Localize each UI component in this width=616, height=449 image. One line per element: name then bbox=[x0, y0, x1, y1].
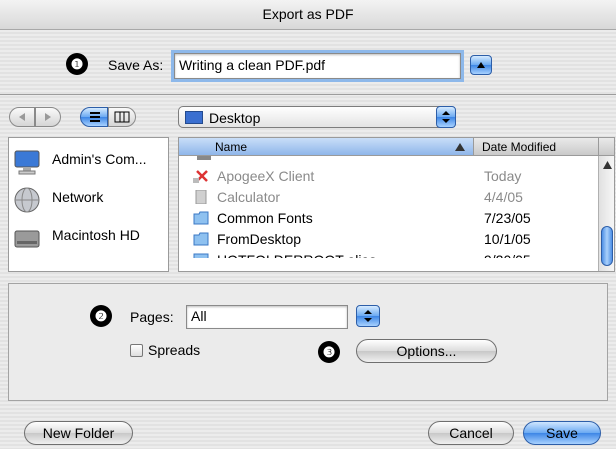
file-date: 9/20/05 bbox=[484, 250, 531, 258]
forward-arrow-icon bbox=[45, 113, 51, 121]
folder-icon bbox=[193, 211, 209, 225]
sidebar-item-macintosh-hd[interactable]: Macintosh HD bbox=[8, 219, 158, 257]
sidebar-item-network[interactable]: Network bbox=[8, 181, 158, 219]
table-row[interactable]: ApogeeX Client Today bbox=[179, 166, 598, 187]
callout-one: ❶ bbox=[66, 53, 88, 75]
back-arrow-icon bbox=[19, 113, 25, 121]
forward-button[interactable] bbox=[35, 107, 61, 127]
save-as-field[interactable]: Writing a clean PDF.pdf bbox=[171, 50, 464, 82]
list-view-icon bbox=[90, 112, 100, 122]
back-button[interactable] bbox=[9, 107, 35, 127]
sort-ascending-icon bbox=[455, 143, 465, 151]
spreads-label: Spreads bbox=[148, 342, 201, 358]
column-view-button[interactable] bbox=[108, 107, 136, 127]
calculator-icon bbox=[195, 190, 207, 204]
callout-two: ❷ bbox=[90, 305, 112, 327]
location-value: Desktop bbox=[209, 110, 261, 126]
file-name: FromDesktop bbox=[217, 231, 302, 247]
file-list: Name Date Modified ApogeeX Client Today … bbox=[178, 137, 615, 272]
table-row[interactable]: HOTFOLDERROOT alias 9/20/05 bbox=[179, 250, 598, 258]
file-name: Common Fonts bbox=[217, 210, 313, 226]
column-header-corner bbox=[598, 138, 614, 156]
hard-drive-icon bbox=[14, 230, 40, 248]
sidebar-item-computer[interactable]: Admin's Com... bbox=[8, 143, 158, 181]
sidebar-item-label: Macintosh HD bbox=[52, 227, 140, 243]
desktop-icon bbox=[185, 111, 203, 124]
folder-icon bbox=[193, 232, 209, 246]
options-button[interactable]: Options... bbox=[356, 339, 497, 363]
file-date: 4/4/05 bbox=[484, 189, 523, 205]
file-name: Calculator bbox=[217, 189, 281, 205]
cancel-button[interactable]: Cancel bbox=[428, 421, 514, 445]
save-label: Save bbox=[546, 425, 578, 441]
column-header-date-label: Date Modified bbox=[482, 140, 557, 154]
new-folder-label: New Folder bbox=[42, 425, 115, 441]
pages-popup-button[interactable] bbox=[356, 305, 380, 327]
window-titlebar: Export as PDF bbox=[0, 0, 616, 30]
alias-icon bbox=[193, 253, 209, 258]
table-row[interactable]: Common Fonts 7/23/05 bbox=[179, 208, 598, 229]
file-date: 7/23/05 bbox=[484, 210, 531, 226]
options-button-label: Options... bbox=[396, 343, 457, 359]
table-row[interactable]: FromDesktop 10/1/05 bbox=[179, 229, 598, 250]
sidebar-item-label: Admin's Com... bbox=[52, 151, 147, 167]
popup-arrows-icon bbox=[436, 106, 456, 128]
save-as-label: Save As: bbox=[108, 57, 164, 73]
computer-icon bbox=[14, 150, 40, 175]
network-globe-icon bbox=[14, 187, 40, 213]
file-date: 10/1/05 bbox=[484, 231, 531, 247]
spreads-checkbox[interactable] bbox=[130, 344, 143, 357]
app-disabled-icon bbox=[193, 170, 208, 183]
triangle-up-icon bbox=[477, 62, 485, 68]
column-header-name-label: Name bbox=[215, 140, 248, 154]
sidebar-item-label: Network bbox=[52, 189, 104, 205]
new-folder-button[interactable]: New Folder bbox=[24, 421, 133, 445]
table-row[interactable] bbox=[179, 156, 598, 161]
file-date: Today bbox=[484, 168, 522, 184]
table-row[interactable]: Calculator 4/4/05 bbox=[179, 187, 598, 208]
cancel-label: Cancel bbox=[449, 425, 493, 441]
separator bbox=[0, 94, 616, 95]
callout-three: ❸ bbox=[318, 341, 340, 363]
pages-label: Pages: bbox=[130, 309, 174, 325]
save-button[interactable]: Save bbox=[523, 421, 601, 445]
expand-toggle-button[interactable] bbox=[470, 55, 492, 75]
pages-field[interactable]: All bbox=[186, 305, 348, 329]
scrollbar-thumb[interactable] bbox=[601, 226, 613, 266]
column-view-icon bbox=[114, 111, 130, 123]
file-name: ApogeeX Client bbox=[217, 168, 315, 184]
location-popup[interactable]: Desktop bbox=[178, 106, 456, 128]
file-name: HOTFOLDERROOT alias bbox=[217, 250, 376, 258]
scroll-up-arrow-icon[interactable] bbox=[603, 161, 612, 169]
options-group bbox=[8, 283, 608, 401]
vertical-scrollbar[interactable] bbox=[598, 156, 614, 271]
list-view-button[interactable] bbox=[80, 107, 108, 127]
column-header-date[interactable]: Date Modified bbox=[473, 138, 598, 156]
save-as-value: Writing a clean PDF.pdf bbox=[179, 57, 326, 73]
column-header-name[interactable]: Name bbox=[179, 138, 473, 156]
window-title: Export as PDF bbox=[262, 6, 354, 22]
pages-value: All bbox=[191, 308, 207, 324]
popup-arrows-icon bbox=[364, 310, 372, 322]
